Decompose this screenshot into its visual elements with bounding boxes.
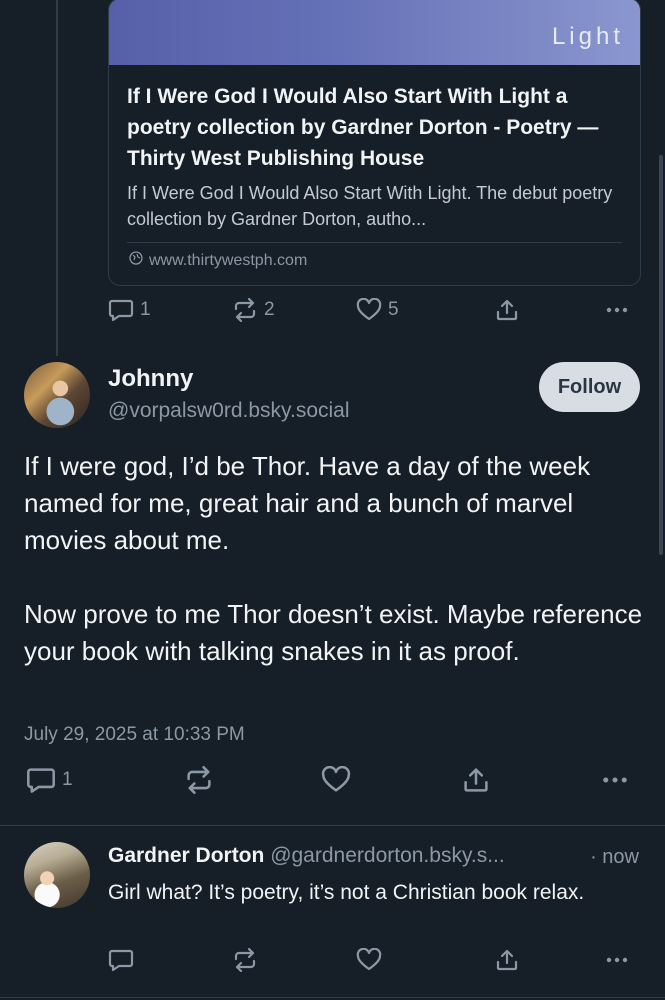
post-timestamp: July 29, 2025 at 10:33 PM (24, 724, 245, 745)
share-button[interactable] (494, 948, 520, 972)
share-icon (461, 766, 491, 794)
post-paragraph: If I were god, I’d be Thor. Have a day o… (24, 451, 591, 555)
more-options-button[interactable] (600, 766, 630, 794)
repost-button[interactable] (184, 766, 214, 794)
like-button[interactable] (321, 766, 351, 794)
reply-button[interactable]: 1 (26, 766, 73, 794)
reply-button[interactable]: 1 (108, 298, 151, 322)
more-icon (604, 948, 630, 972)
heart-icon (321, 766, 351, 794)
link-preview-card[interactable]: Light If I Were God I Would Also Start W… (108, 0, 641, 286)
author-display-name[interactable]: Johnny (108, 365, 193, 393)
repost-icon (184, 766, 214, 794)
link-preview-image-text: Light (551, 23, 624, 50)
like-count: 5 (388, 299, 399, 320)
post-text: If I were god, I’d be Thor. Have a day o… (24, 448, 644, 670)
reply-actions (0, 948, 665, 988)
follow-button[interactable]: Follow (539, 362, 640, 412)
reply-icon (26, 766, 56, 794)
link-preview-domain: www.thirtywestph.com (149, 251, 308, 269)
reply-author-line[interactable]: Gardner Dorton @gardnerdorton.bsky.s... (108, 844, 505, 868)
post-divider (0, 825, 665, 826)
reply-button[interactable] (108, 948, 134, 972)
repost-button[interactable] (232, 948, 258, 972)
avatar[interactable] (24, 842, 90, 908)
link-preview-domain-row[interactable]: www.thirtywestph.com (129, 251, 622, 270)
link-preview-image: Light (109, 0, 640, 65)
link-preview-divider (127, 242, 622, 243)
heart-icon (356, 298, 382, 322)
scrollbar[interactable] (659, 155, 663, 555)
more-options-button[interactable] (604, 298, 630, 322)
like-button[interactable]: 5 (356, 298, 399, 322)
share-icon (494, 298, 520, 322)
repost-icon (232, 298, 258, 322)
parent-post-actions: 1 2 5 (0, 298, 665, 338)
more-icon (604, 298, 630, 322)
share-button[interactable] (494, 298, 520, 322)
like-button[interactable] (356, 948, 382, 972)
reply-count: 1 (62, 769, 73, 790)
more-options-button[interactable] (604, 948, 630, 972)
reply-count: 1 (140, 299, 151, 320)
repost-button[interactable]: 2 (232, 298, 275, 322)
link-preview-title[interactable]: If I Were God I Would Also Start With Li… (127, 81, 622, 174)
post-divider (0, 997, 665, 998)
globe-icon (129, 251, 143, 270)
more-icon (600, 766, 630, 794)
avatar[interactable] (24, 362, 90, 428)
reply-timestamp: · now (590, 846, 639, 868)
post-actions: 1 (0, 766, 665, 806)
heart-icon (356, 948, 382, 972)
author-handle[interactable]: @vorpalsw0rd.bsky.social (108, 399, 350, 423)
reply-author-name[interactable]: Gardner Dorton (108, 844, 264, 867)
reply-text: Girl what? It’s poetry, it’s not a Chris… (108, 881, 585, 904)
repost-icon (232, 948, 258, 972)
link-preview-description: If I Were God I Would Also Start With Li… (127, 183, 613, 229)
reply-icon (108, 948, 134, 972)
reply-author-handle[interactable]: @gardnerdorton.bsky.s... (270, 844, 505, 867)
share-button[interactable] (461, 766, 491, 794)
reply-icon (108, 298, 134, 322)
repost-count: 2 (264, 299, 275, 320)
share-icon (494, 948, 520, 972)
post-paragraph: Now prove to me Thor doesn’t exist. Mayb… (24, 599, 643, 666)
